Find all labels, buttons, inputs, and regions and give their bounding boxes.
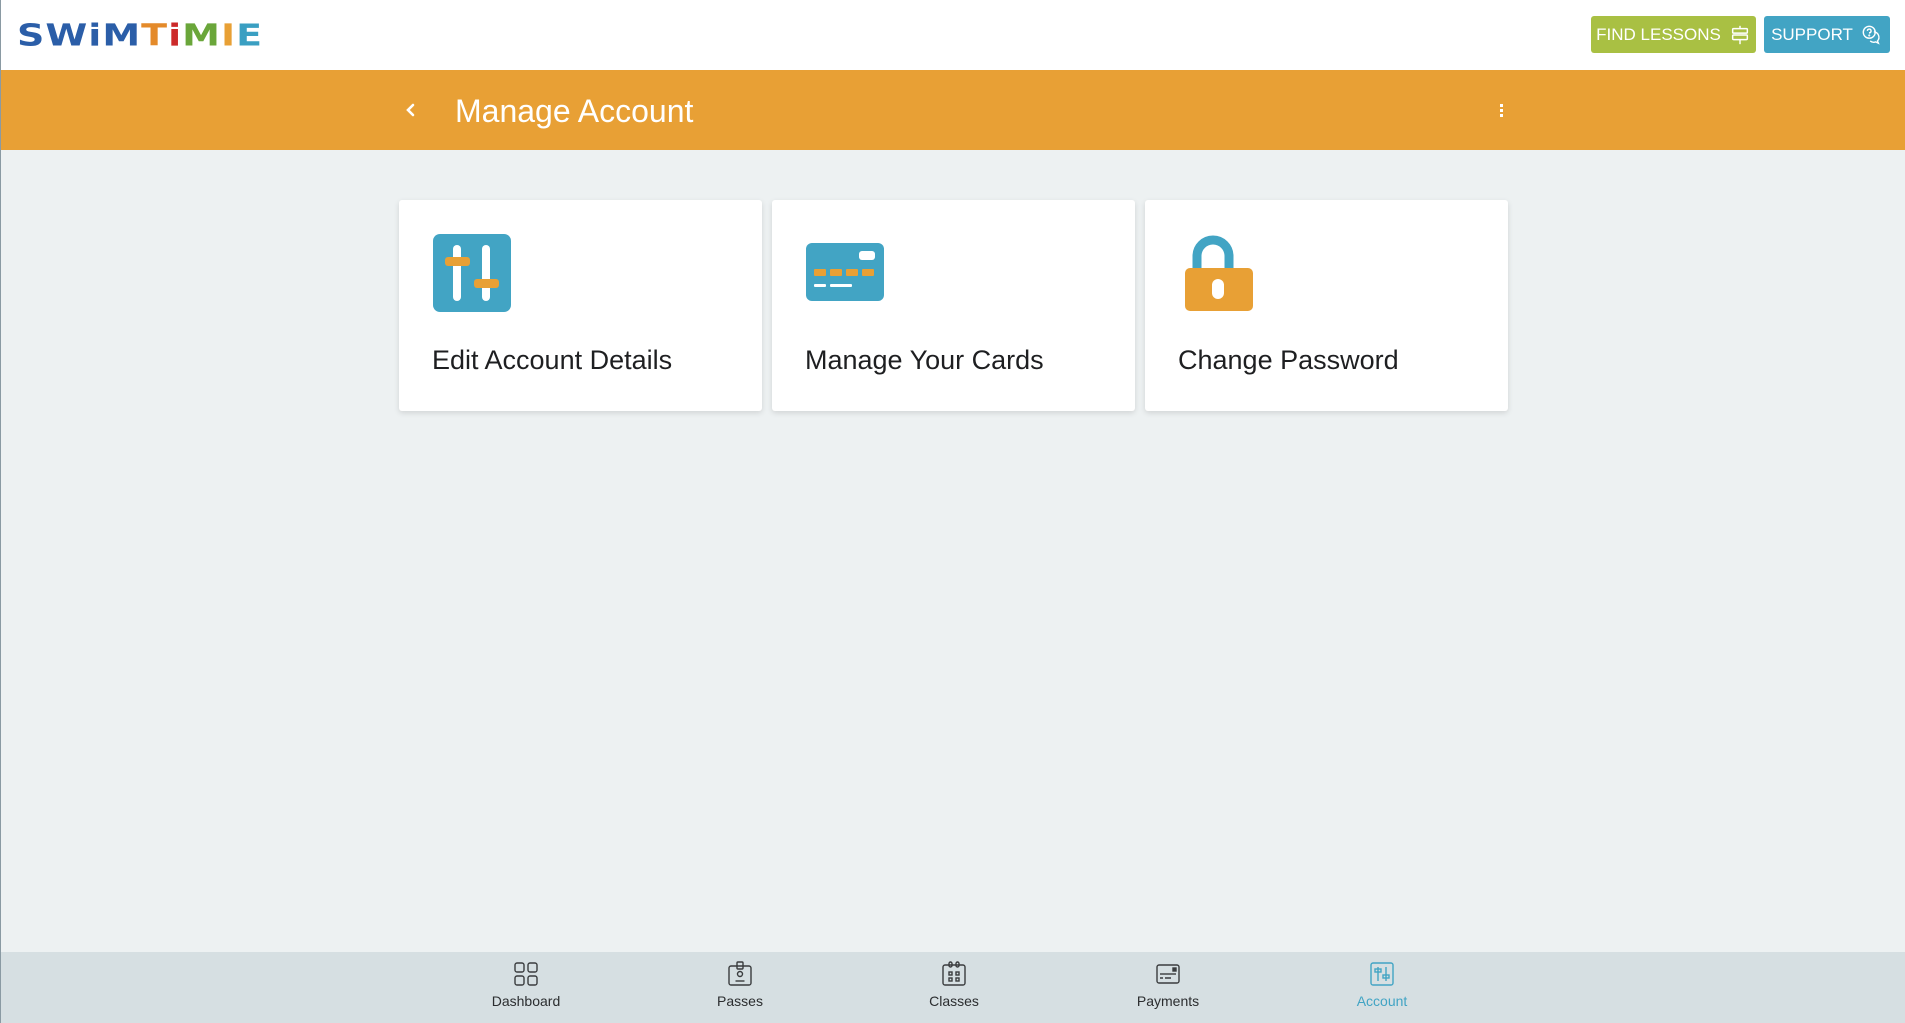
logo-letter: i [168, 17, 183, 53]
nav-label: Account [1356, 993, 1408, 1009]
back-button[interactable] [399, 92, 423, 128]
nav-item-classes[interactable]: Classes [874, 952, 1034, 1023]
nav-item-account[interactable]: Account [1302, 952, 1462, 1023]
card-label: Edit Account Details [432, 345, 673, 375]
change-password-card[interactable]: Change Password [1145, 200, 1508, 411]
badge-icon [728, 961, 752, 986]
logo-letter: W [45, 17, 89, 53]
help-chat-icon [1862, 25, 1880, 45]
sliders-icon [1370, 962, 1394, 986]
bottom-navigation: Dashboard Passes Classes Payments Accoun… [1, 952, 1905, 1023]
grid-icon [514, 962, 538, 986]
top-header: S W i M T i M I E FIND LESSONS SUPPORT [1, 0, 1905, 70]
signpost-icon [1731, 25, 1748, 44]
manage-your-cards-card[interactable]: Manage Your Cards [772, 200, 1135, 411]
logo-letter: E [236, 17, 264, 53]
nav-label: Classes [929, 993, 979, 1009]
kebab-dot [1499, 108, 1503, 112]
support-label: SUPPORT [1771, 24, 1853, 44]
credit-card-icon [806, 243, 884, 301]
find-lessons-button[interactable]: FIND LESSONS [1591, 16, 1756, 53]
swimtime-logo[interactable]: S W i M T i M I E [17, 17, 264, 53]
page-title: Manage Account [455, 93, 694, 129]
kebab-dot [1499, 103, 1503, 107]
nav-item-payments[interactable]: Payments [1088, 952, 1248, 1023]
lock-icon [1185, 235, 1253, 311]
edit-account-details-card[interactable]: Edit Account Details [399, 200, 762, 411]
find-lessons-label: FIND LESSONS [1596, 24, 1721, 44]
account-options: Edit Account Details Manage Your Cards C… [399, 200, 1508, 411]
chevron-left-icon [406, 103, 415, 117]
calendar-icon [942, 961, 966, 986]
sliders-icon [433, 234, 511, 312]
page-app-bar: Manage Account [1, 70, 1905, 150]
logo-letter: M [102, 17, 142, 53]
nav-label: Dashboard [491, 993, 561, 1009]
card-label: Manage Your Cards [805, 345, 1044, 375]
card-icon [1156, 964, 1180, 984]
logo-letter: M [182, 17, 221, 53]
kebab-dot [1499, 113, 1503, 117]
nav-item-passes[interactable]: Passes [660, 952, 820, 1023]
logo-letter: i [88, 17, 103, 53]
nav-item-dashboard[interactable]: Dashboard [446, 952, 606, 1023]
support-button[interactable]: SUPPORT [1764, 16, 1890, 53]
card-label: Change Password [1178, 345, 1399, 375]
logo-letter: S [17, 17, 46, 53]
more-options-button[interactable] [1491, 98, 1511, 122]
logo-letter: T [141, 17, 169, 53]
nav-label: Payments [1136, 993, 1200, 1009]
nav-label: Passes [717, 993, 763, 1009]
logo-letter: I [220, 17, 237, 53]
